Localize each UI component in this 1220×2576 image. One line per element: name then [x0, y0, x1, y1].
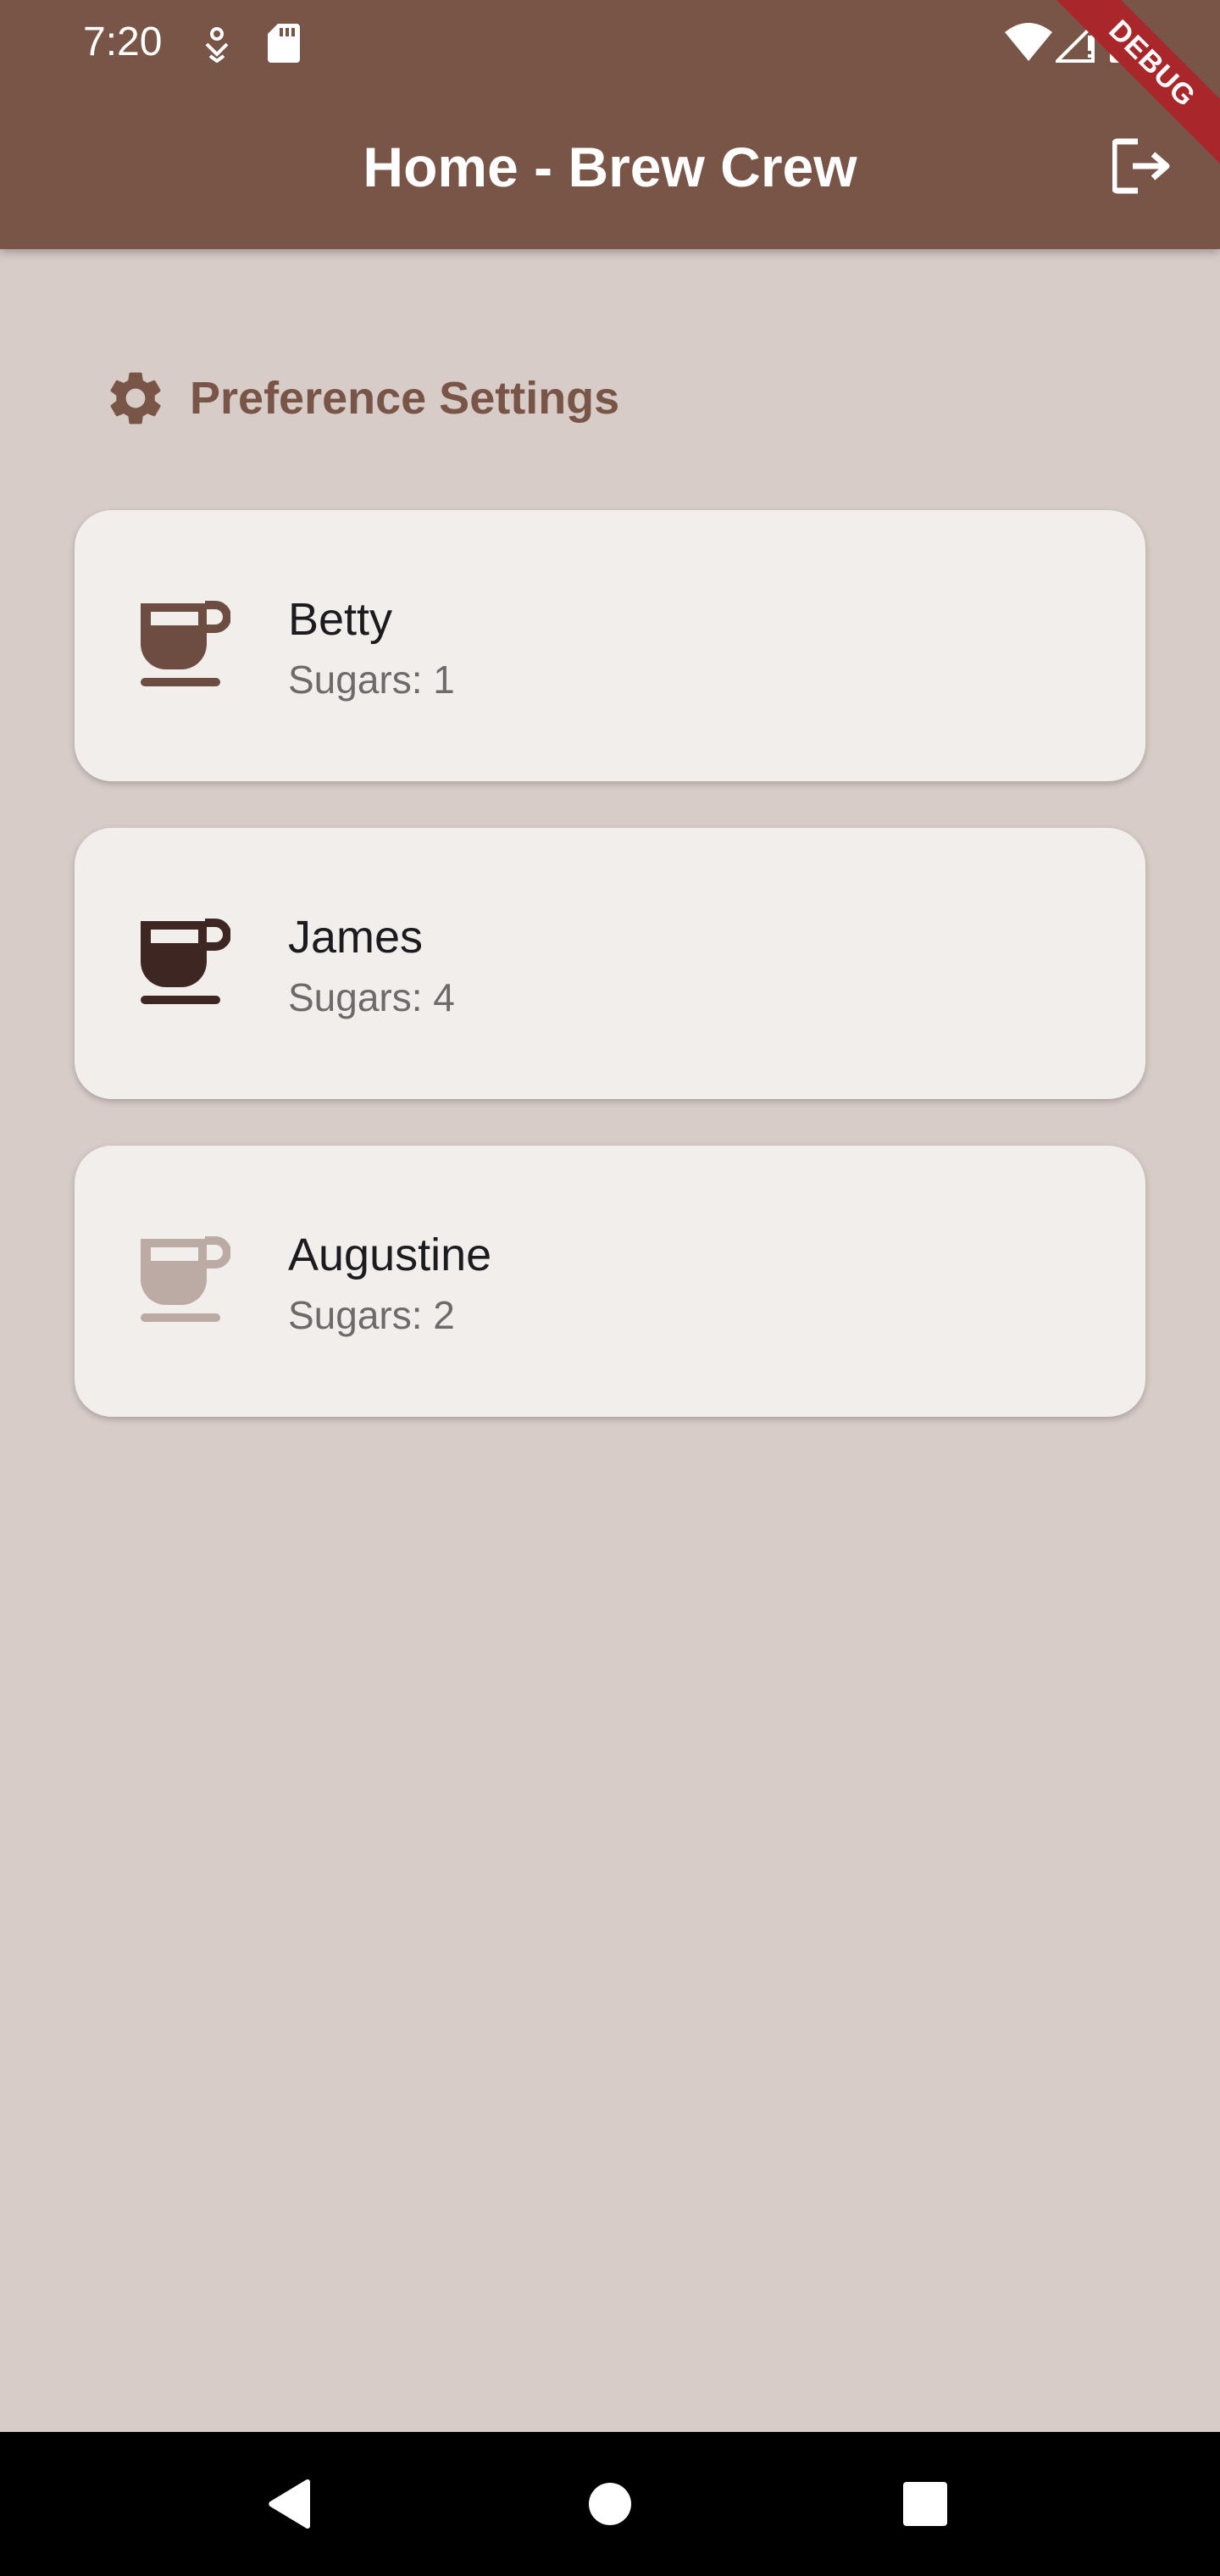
brew-sugars: Sugars: 1 — [288, 658, 455, 702]
debug-label: DEBUG — [1045, 0, 1220, 170]
brew-name: Augustine — [288, 1230, 492, 1280]
home-button[interactable] — [563, 2457, 657, 2551]
brew-card[interactable]: Betty Sugars: 1 — [75, 510, 1145, 781]
brew-name: Betty — [288, 594, 393, 645]
brew-sugars: Sugars: 2 — [288, 1293, 455, 1337]
brew-list: Betty Sugars: 1 James Sugars: 4 Augustin… — [75, 510, 1145, 1463]
home-icon — [589, 2483, 631, 2525]
brew-sugars: Sugars: 4 — [288, 975, 455, 1019]
brew-card[interactable]: Augustine Sugars: 2 — [75, 1146, 1145, 1417]
coffee-cup-icon — [141, 1236, 230, 1322]
coffee-cup-icon — [141, 601, 230, 686]
app-title: Home - Brew Crew — [363, 136, 857, 198]
recents-button[interactable] — [879, 2457, 972, 2551]
notification-icon — [205, 27, 229, 63]
system-nav-bar — [0, 2432, 1220, 2576]
status-bar: 7:20 — [0, 0, 1220, 85]
back-button[interactable] — [243, 2457, 336, 2551]
brew-card[interactable]: James Sugars: 4 — [75, 828, 1145, 1099]
app-bar: 7:20 Home - Brew Crew DEBUG — [0, 0, 1220, 249]
preference-settings-button[interactable]: Preference Settings — [88, 347, 635, 449]
sd-card-icon — [268, 24, 300, 63]
brew-name: James — [288, 912, 424, 963]
recents-icon — [903, 2482, 947, 2526]
coffee-cup-icon — [141, 919, 230, 1004]
status-time: 7:20 — [83, 19, 163, 64]
debug-banner: DEBUG — [1042, 0, 1220, 178]
back-icon — [269, 2479, 310, 2529]
gear-icon — [110, 372, 161, 425]
preference-settings-label: Preference Settings — [190, 373, 620, 424]
